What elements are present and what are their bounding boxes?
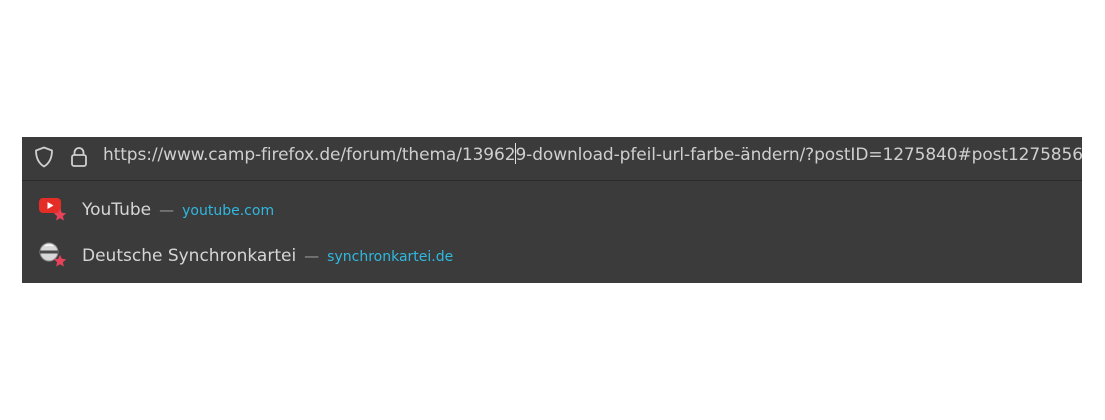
suggestion-title: YouTube xyxy=(82,200,152,220)
suggestion-title: Deutsche Synchronkartei xyxy=(82,246,297,266)
url-text-after-caret: 9-download-pfeil-url-farbe-ändern/?postI… xyxy=(515,145,1083,165)
bookmark-star-icon xyxy=(53,254,67,267)
title-url-separator: — xyxy=(304,247,320,265)
suggestion-row-synchronkartei[interactable]: Deutsche Synchronkartei — synchronkartei… xyxy=(22,233,1082,279)
suggestion-row-youtube[interactable]: YouTube — youtube.com xyxy=(22,187,1082,233)
address-bar[interactable]: https://www.camp-firefox.de/forum/thema/… xyxy=(22,137,1083,181)
suggestion-url: youtube.com xyxy=(182,203,275,219)
suggestion-url: synchronkartei.de xyxy=(327,249,454,265)
bookmark-star-icon xyxy=(53,208,67,221)
youtube-favicon xyxy=(38,195,68,225)
url-text-before-caret: https://www.camp-firefox.de/forum/thema/… xyxy=(103,145,516,165)
url-field[interactable]: https://www.camp-firefox.de/forum/thema/… xyxy=(103,137,1083,180)
lock-icon[interactable] xyxy=(67,145,91,169)
url-dropdown-panel: https://www.camp-firefox.de/forum/thema/… xyxy=(22,137,1083,283)
title-url-separator: — xyxy=(159,201,175,219)
shield-icon[interactable] xyxy=(32,145,56,169)
synchronkartei-favicon xyxy=(38,241,68,271)
